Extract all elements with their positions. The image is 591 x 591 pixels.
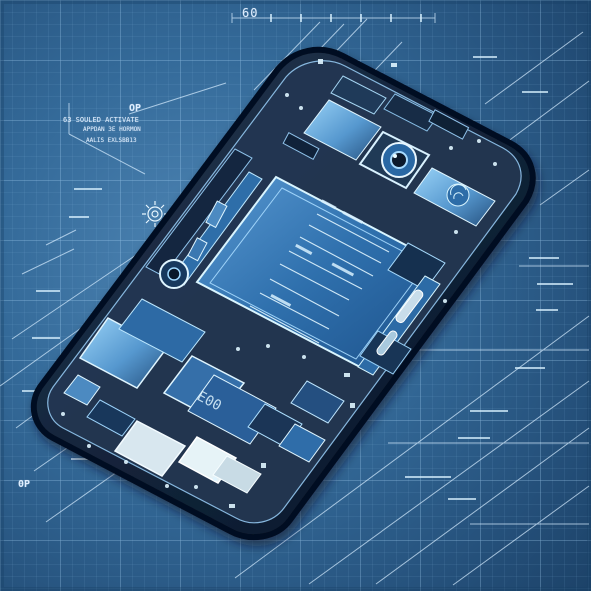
blueprint-canvas: E00 60 OP 63 SOULED ACTIVATE APPDAN 3E H… [0, 0, 591, 591]
top-dimension-label: 60 [242, 6, 259, 20]
callout-line-2: APPDAN 3E HORMON [83, 126, 141, 133]
phone-blueprint: E00 [30, 46, 536, 541]
chip-icon [446, 183, 470, 207]
bottom-left-mark: 0P [18, 479, 31, 490]
callout-title: OP [129, 103, 142, 114]
callout-line-3: AALIS EXLSBB13 [86, 137, 137, 144]
callout-line-1: 63 SOULED ACTIVATE [63, 116, 139, 124]
